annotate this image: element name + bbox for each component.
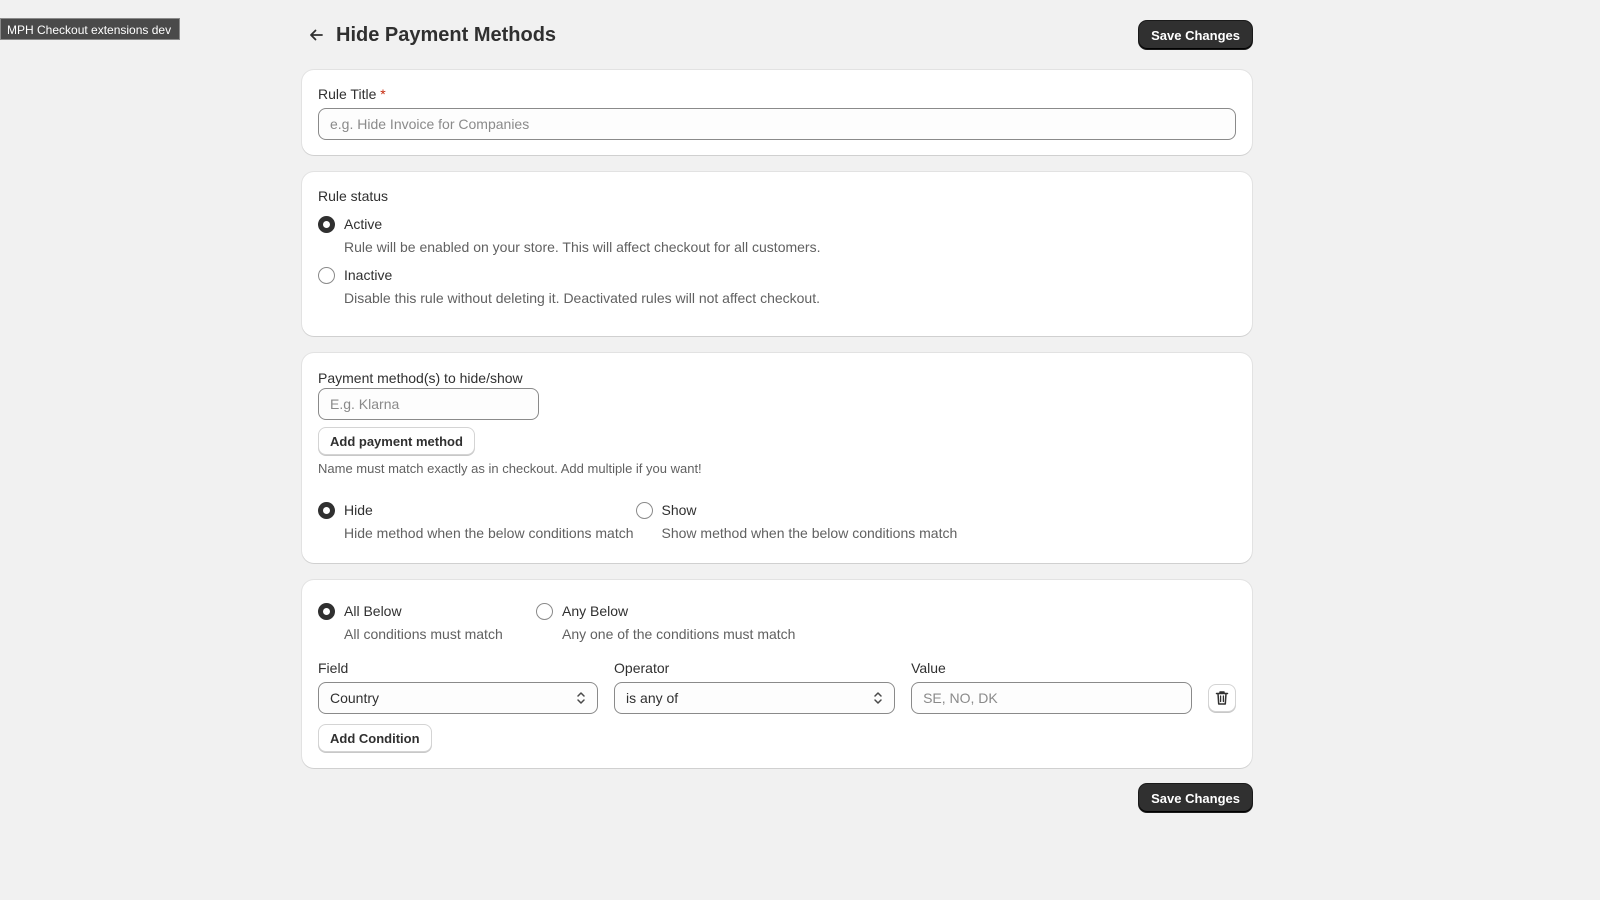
match-any-radio[interactable]	[536, 602, 553, 620]
operator-col: Operator is any of	[614, 660, 896, 714]
value-col: Value	[911, 660, 1193, 714]
mode-hide-help: Hide method when the below conditions ma…	[344, 525, 634, 541]
chevron-up-down-icon	[874, 692, 882, 704]
mode-hide-radio-line[interactable]: Hide	[318, 499, 634, 521]
add-condition-wrap: Add Condition	[318, 724, 1236, 752]
payment-methods-help: Name must match exactly as in checkout. …	[318, 461, 702, 476]
payment-method-input[interactable]	[318, 388, 539, 420]
status-active-label: Active	[344, 216, 383, 232]
back-button[interactable]	[302, 21, 330, 49]
save-button-bottom[interactable]: Save Changes	[1139, 784, 1252, 812]
match-option-all: All Below All conditions must match	[318, 600, 536, 644]
page-title: Hide Payment Methods	[336, 23, 557, 46]
rule-title-input[interactable]	[318, 108, 1236, 140]
field-select-value: Country	[330, 690, 380, 706]
mode-option-hide: Hide Hide method when the below conditio…	[318, 499, 634, 543]
mode-hide-label: Hide	[344, 502, 373, 518]
add-condition-button[interactable]: Add Condition	[318, 724, 432, 752]
condition-row: Field Country Operator is any of Value S…	[318, 660, 1236, 714]
value-label: Value	[911, 660, 946, 676]
rule-title-label-text: Rule Title	[318, 86, 377, 102]
mode-show-radio-line[interactable]: Show	[635, 499, 958, 521]
mode-option-show: Show Show method when the below conditio…	[634, 499, 958, 543]
field-label: Field	[318, 660, 349, 676]
status-option-inactive: Inactive Disable this rule without delet…	[318, 264, 1236, 308]
save-button-top[interactable]: Save Changes	[1139, 21, 1252, 49]
delete-condition-button[interactable]	[1208, 684, 1236, 712]
status-active-radio[interactable]	[318, 215, 335, 233]
page-footer: Save Changes	[302, 784, 1252, 812]
mode-show-label: Show	[661, 502, 697, 518]
page-header: Hide Payment Methods Save Changes	[302, 0, 1252, 70]
field-select[interactable]: Country	[318, 682, 599, 714]
status-inactive-help: Disable this rule without deleting it. D…	[344, 290, 820, 306]
match-any-label: Any Below	[562, 603, 629, 619]
match-all-radio-line[interactable]: All Below	[318, 600, 536, 622]
add-payment-wrap: Add payment method	[318, 427, 1236, 455]
operator-select[interactable]: is any of	[614, 682, 896, 714]
arrow-left-icon	[310, 29, 323, 41]
page: Hide Payment Methods Save Changes Rule T…	[302, 0, 1252, 812]
chevron-up-down-icon	[577, 692, 585, 704]
rule-title-card: Rule Title *	[302, 70, 1252, 155]
trash-icon	[1215, 691, 1229, 705]
match-any-help: Any one of the conditions must match	[562, 626, 796, 642]
payment-methods-card: Payment method(s) to hide/show Add payme…	[302, 353, 1252, 563]
match-all-help: All conditions must match	[344, 626, 503, 642]
rule-status-label: Rule status	[318, 188, 389, 204]
payment-methods-label: Payment method(s) to hide/show	[318, 370, 523, 386]
match-options: All Below All conditions must match Any …	[318, 600, 1236, 644]
match-option-any: Any Below Any one of the conditions must…	[536, 600, 795, 644]
field-col: Field Country	[318, 660, 599, 714]
mode-show-help: Show method when the below conditions ma…	[661, 525, 958, 541]
operator-label: Operator	[614, 660, 670, 676]
status-inactive-radio[interactable]	[318, 266, 335, 284]
operator-select-value: is any of	[626, 690, 679, 706]
rule-status-card: Rule status Active Rule will be enabled …	[302, 172, 1252, 336]
mode-hide-radio[interactable]	[318, 501, 335, 519]
match-any-radio-line[interactable]: Any Below	[536, 600, 795, 622]
match-all-label: All Below	[344, 603, 402, 619]
title-wrap: Hide Payment Methods	[302, 21, 556, 49]
status-active-help: Rule will be enabled on your store. This…	[344, 239, 821, 255]
conditions-card: All Below All conditions must match Any …	[302, 580, 1252, 768]
value-input[interactable]	[911, 682, 1193, 714]
status-active-radio-line[interactable]: Active	[318, 213, 1236, 235]
add-payment-method-button[interactable]: Add payment method	[318, 427, 475, 455]
match-all-radio[interactable]	[318, 602, 335, 620]
rule-title-label: Rule Title *	[318, 86, 1236, 102]
status-inactive-radio-line[interactable]: Inactive	[318, 264, 1236, 286]
status-option-active: Active Rule will be enabled on your stor…	[318, 213, 1236, 257]
hide-show-options: Hide Hide method when the below conditio…	[318, 499, 1236, 543]
status-inactive-label: Inactive	[344, 267, 393, 283]
required-mark: *	[380, 86, 386, 102]
dev-badge: MPH Checkout extensions dev	[0, 18, 181, 40]
mode-show-radio[interactable]	[635, 501, 653, 519]
